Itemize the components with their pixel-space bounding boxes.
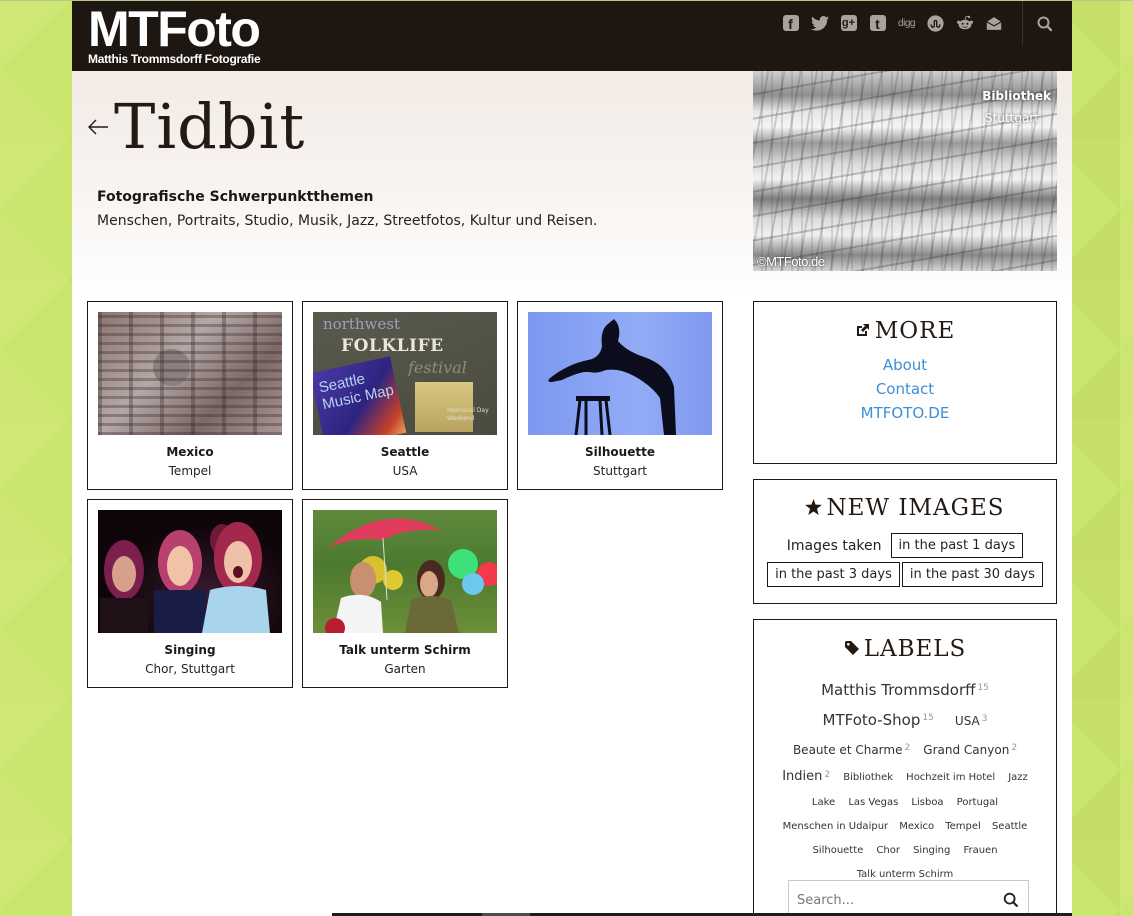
logo-title: MTFoto: [88, 1, 261, 57]
thumb-music-map: Seattle Music Map: [313, 356, 407, 435]
card-subtitle: Garten: [384, 662, 426, 676]
external-link-icon: [855, 318, 871, 344]
widget-more: MORE About Contact MTFOTO.DE: [753, 301, 1057, 464]
arrow-left-icon[interactable]: [86, 115, 110, 139]
widget-labels-heading: LABELS: [754, 636, 1056, 662]
card-title: Silhouette: [585, 445, 655, 459]
featured-photo-title: Bibliothek: [982, 89, 1051, 103]
page-title: Tidbit: [114, 90, 306, 163]
gallery-card-seattle[interactable]: northwest FOLKLIFE festival Seattle Musi…: [302, 301, 508, 490]
card-title: Seattle: [380, 445, 430, 459]
logo-subtitle: Matthis Trommsdorff Fotografie: [88, 52, 261, 66]
featured-photo-copyright: ©MTFoto.de: [757, 254, 825, 269]
tag-icon: [844, 636, 860, 662]
hero-section: Tidbit Fotografische Schwerpunktthemen M…: [72, 71, 1072, 296]
featured-photo-subtitle: Stuttgart: [985, 111, 1039, 125]
thumb-text-memorial: Memorial Day Weekend: [447, 407, 489, 422]
card-subtitle: Stuttgart: [593, 464, 647, 478]
label-link[interactable]: Indien 2: [782, 764, 830, 790]
widget-more-title: MORE: [874, 318, 956, 344]
new-images-row-1: Images taken in the past 1 days: [754, 533, 1056, 558]
thumbnail-singing: [98, 510, 282, 633]
thumbnail-seattle: northwest FOLKLIFE festival Seattle Musi…: [313, 312, 497, 435]
widget-new-images-heading: NEW IMAGES: [754, 495, 1056, 521]
page-container: MTFoto Matthis Trommsdorff Fotografie f …: [72, 1, 1072, 916]
label-link[interactable]: Beaute et Charme 2: [793, 737, 910, 764]
card-subtitle: USA: [392, 464, 418, 478]
card-title: Talk unterm Schirm: [339, 643, 471, 657]
hero-subheading: Fotografische Schwerpunktthemen: [97, 189, 374, 205]
search-icon[interactable]: [1035, 14, 1055, 34]
new-images-row-2: in the past 3 days in the past 30 days: [754, 562, 1056, 587]
link-mtfoto-de[interactable]: MTFOTO.DE: [754, 404, 1056, 422]
label-link[interactable]: Frauen: [963, 839, 997, 863]
widget-new-images-title: NEW IMAGES: [826, 495, 1005, 521]
label-link[interactable]: MTFoto-Shop 15: [823, 705, 934, 735]
gallery-card-talk-unterm-schirm[interactable]: Talk unterm Schirm Garten: [302, 499, 508, 688]
label-cloud: Matthis Trommsdorff 15 MTFoto-Shop 15 USA 3…: [768, 675, 1042, 884]
tumblr-icon[interactable]: t: [863, 13, 892, 33]
card-title: Singing: [164, 643, 216, 657]
link-contact[interactable]: Contact: [754, 380, 1056, 398]
gallery-card-silhouette[interactable]: Silhouette Stuttgart: [517, 301, 723, 490]
reddit-icon[interactable]: [950, 13, 979, 33]
digg-icon[interactable]: digg: [892, 13, 921, 33]
widget-labels-title: LABELS: [863, 636, 967, 662]
star-icon: [805, 495, 823, 521]
card-title: Mexico: [166, 445, 214, 459]
facebook-icon[interactable]: f: [776, 13, 805, 33]
widget-labels: LABELS Matthis Trommsdorff 15 MTFoto-Shop…: [753, 619, 1057, 916]
site-header: MTFoto Matthis Trommsdorff Fotografie f …: [72, 1, 1072, 71]
images-taken-label: Images taken: [786, 537, 882, 554]
label-link[interactable]: Jazz: [1008, 765, 1028, 791]
past-1-days-button[interactable]: in the past 1 days: [890, 533, 1024, 558]
email-icon[interactable]: [979, 13, 1008, 33]
twitter-icon[interactable]: [805, 13, 834, 33]
featured-photo-bibliothek[interactable]: Bibliothek Stuttgart ©MTFoto.de: [753, 71, 1057, 271]
past-3-days-button[interactable]: in the past 3 days: [767, 562, 900, 587]
card-subtitle: Chor, Stuttgart: [145, 662, 235, 676]
label-link[interactable]: Matthis Trommsdorff 15: [821, 675, 989, 705]
gallery-card-singing[interactable]: Singing Chor, Stuttgart: [87, 499, 293, 688]
past-30-days-button[interactable]: in the past 30 days: [901, 562, 1043, 587]
header-divider: [1022, 1, 1023, 45]
hero-description: Menschen, Portraits, Studio, Musik, Jazz…: [97, 213, 598, 229]
thumb-text-folklife: FOLKLIFE: [341, 336, 444, 356]
label-link[interactable]: Grand Canyon 2: [923, 737, 1017, 764]
label-link[interactable]: USA 3: [955, 706, 988, 736]
widget-new-images: NEW IMAGES Images taken in the past 1 da…: [753, 479, 1057, 604]
search-icon[interactable]: [1002, 891, 1020, 909]
social-share-bar: f g+ t digg: [776, 13, 1008, 33]
sidebar-search: [788, 880, 1029, 916]
search-input[interactable]: [789, 881, 989, 916]
card-subtitle: Tempel: [168, 464, 212, 478]
thumbnail-silhouette: [528, 312, 712, 435]
gallery-card-mexico[interactable]: Mexico Tempel: [87, 301, 293, 490]
widget-more-heading: MORE: [754, 318, 1056, 344]
thumbnail-talk-unterm-schirm: [313, 510, 497, 633]
thumb-text-northwest: northwest: [323, 315, 400, 333]
thumbnail-mexico: [98, 312, 282, 435]
link-about[interactable]: About: [754, 356, 1056, 374]
site-logo[interactable]: MTFoto Matthis Trommsdorff Fotografie: [88, 1, 261, 66]
thumb-text-festival: festival: [408, 358, 467, 377]
google-plus-icon[interactable]: g+: [834, 13, 863, 33]
stumbleupon-icon[interactable]: [921, 13, 950, 33]
